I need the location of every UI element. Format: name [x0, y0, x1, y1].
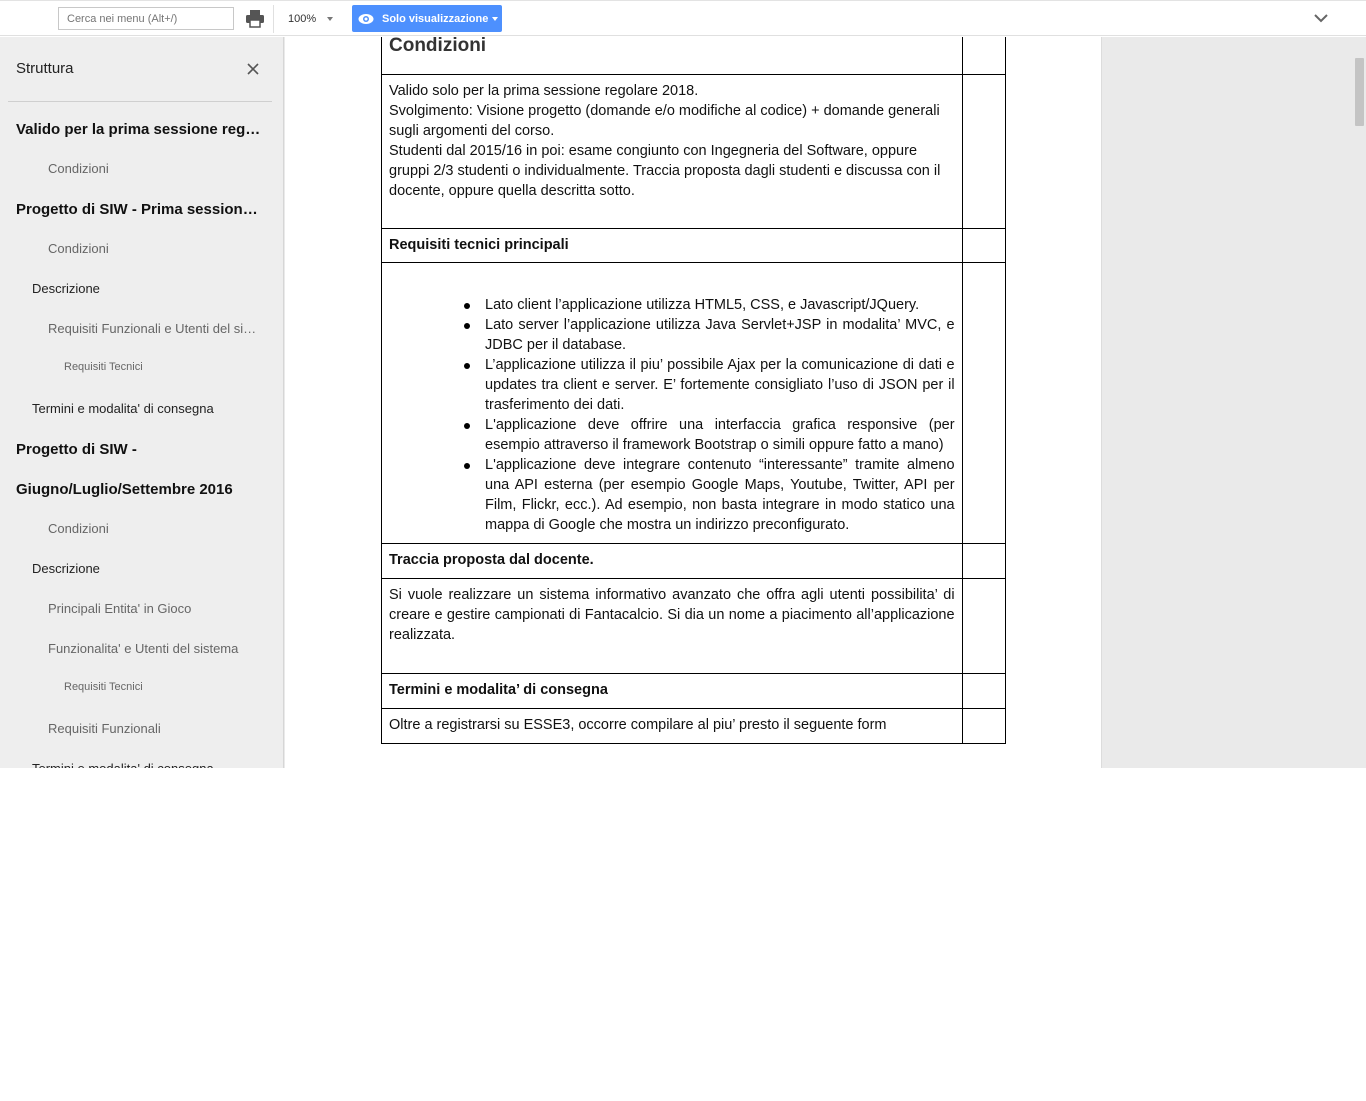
- table-row: Oltre a registrarsi su ESSE3, occorre co…: [381, 708, 1007, 744]
- table-cell: [961, 74, 1007, 229]
- menu-search-input[interactable]: [58, 7, 234, 30]
- table-cell: [961, 543, 1007, 579]
- outline-item[interactable]: Descrizione: [32, 281, 262, 296]
- outline-item[interactable]: Valido per la prima sessione regolare 20…: [16, 121, 264, 138]
- terms-text: Oltre a registrarsi su ESSE3, occorre co…: [381, 708, 963, 744]
- list-item: Lato client l’applicazione utilizza HTML…: [464, 295, 955, 315]
- outline-item[interactable]: Requisiti Tecnici: [64, 681, 262, 693]
- outline-sidebar: Struttura Valido per la prima sessione r…: [0, 37, 284, 768]
- outline-divider: [8, 101, 272, 102]
- list-item: Lato server l’applicazione utilizza Java…: [464, 317, 955, 353]
- requirements-list: Lato client l’applicazione utilizza HTML…: [389, 295, 955, 535]
- conditions-line: Valido solo per la prima sessione regola…: [389, 83, 699, 99]
- outline-title: Struttura: [16, 60, 74, 77]
- outline-item[interactable]: Condizioni: [48, 241, 262, 256]
- conditions-line: Svolgimento: Visione progetto (domande e…: [389, 103, 940, 139]
- track-heading: Traccia proposta dal docente.: [381, 543, 963, 579]
- table-cell: [961, 578, 1007, 674]
- close-icon: [247, 63, 259, 75]
- table-cell: [961, 228, 1007, 263]
- view-mode-label: Solo visualizzazione: [382, 13, 489, 25]
- table-row: Requisiti tecnici principali: [381, 228, 1007, 263]
- document-table: Condizioni Valido solo per la prima sess…: [381, 37, 1007, 744]
- scrollbar-thumb[interactable]: [1355, 58, 1364, 126]
- outline-item[interactable]: Giugno/Luglio/Settembre 2016: [16, 481, 264, 498]
- eye-icon: [358, 14, 374, 24]
- toolbar: 100% Solo visualizzazione: [0, 0, 1366, 36]
- print-icon: [246, 10, 264, 28]
- table-cell: [961, 673, 1007, 709]
- list-item: L'applicazione deve offrire una interfac…: [464, 417, 955, 453]
- document-canvas: Condizioni Valido solo per la prima sess…: [284, 37, 1366, 768]
- table-row: Lato client l’applicazione utilizza HTML…: [381, 262, 1007, 544]
- terms-heading: Termini e modalita’ di consegna: [381, 673, 963, 709]
- close-outline-button[interactable]: [245, 61, 261, 77]
- outline-item[interactable]: Funzionalita' e Utenti del sistema: [48, 641, 262, 656]
- table-row: Condizioni: [381, 37, 1007, 75]
- table-cell: [961, 262, 1007, 544]
- table-row: Traccia proposta dal docente.: [381, 543, 1007, 579]
- list-item: L’applicazione utilizza il piu’ possibil…: [464, 357, 955, 413]
- table-cell: [961, 708, 1007, 744]
- outline-item[interactable]: Requisiti Tecnici: [64, 361, 262, 373]
- table-row: Termini e modalita’ di consegna: [381, 673, 1007, 709]
- view-mode-button[interactable]: Solo visualizzazione: [352, 5, 502, 32]
- document-page: Condizioni Valido solo per la prima sess…: [285, 37, 1102, 768]
- outline-item[interactable]: Termini e modalita' di consegna: [32, 761, 262, 768]
- list-item: L'applicazione deve integrare contenuto …: [464, 457, 955, 533]
- table-row: Valido solo per la prima sessione regola…: [381, 74, 1007, 229]
- table-row: Si vuole realizzare un sistema informati…: [381, 578, 1007, 674]
- outline-item[interactable]: Progetto di SIW -: [16, 441, 264, 458]
- outline-item[interactable]: Requisiti Funzionali e Utenti del sistem…: [48, 321, 262, 336]
- toolbar-divider: [273, 5, 274, 33]
- requirements-cell: Lato client l’applicazione utilizza HTML…: [381, 262, 963, 544]
- outline-item[interactable]: Descrizione: [32, 561, 262, 576]
- outline-item[interactable]: Requisiti Funzionali: [48, 721, 262, 736]
- outline-item[interactable]: Principali Entita' in Gioco: [48, 601, 262, 616]
- zoom-select[interactable]: 100%: [288, 13, 316, 25]
- collapse-menu-button[interactable]: [1312, 11, 1330, 25]
- outline-item[interactable]: Termini e modalita' di consegna: [32, 401, 262, 416]
- table-cell: [961, 37, 1007, 75]
- chevron-up-icon: [1314, 14, 1328, 23]
- outline-item[interactable]: Condizioni: [48, 161, 262, 176]
- zoom-dropdown-icon[interactable]: [327, 17, 333, 21]
- outline-item[interactable]: Condizioni: [48, 521, 262, 536]
- requirements-heading: Requisiti tecnici principali: [381, 228, 963, 263]
- track-text: Si vuole realizzare un sistema informati…: [381, 578, 963, 674]
- chevron-down-icon: [492, 17, 498, 21]
- outline-item[interactable]: Progetto di SIW - Prima sessione 2018: [16, 201, 264, 218]
- conditions-line: Studenti dal 2015/16 in poi: esame congi…: [389, 143, 941, 199]
- print-button[interactable]: [244, 9, 266, 29]
- conditions-text-cell: Valido solo per la prima sessione regola…: [381, 74, 963, 229]
- conditions-heading: Condizioni: [381, 37, 963, 75]
